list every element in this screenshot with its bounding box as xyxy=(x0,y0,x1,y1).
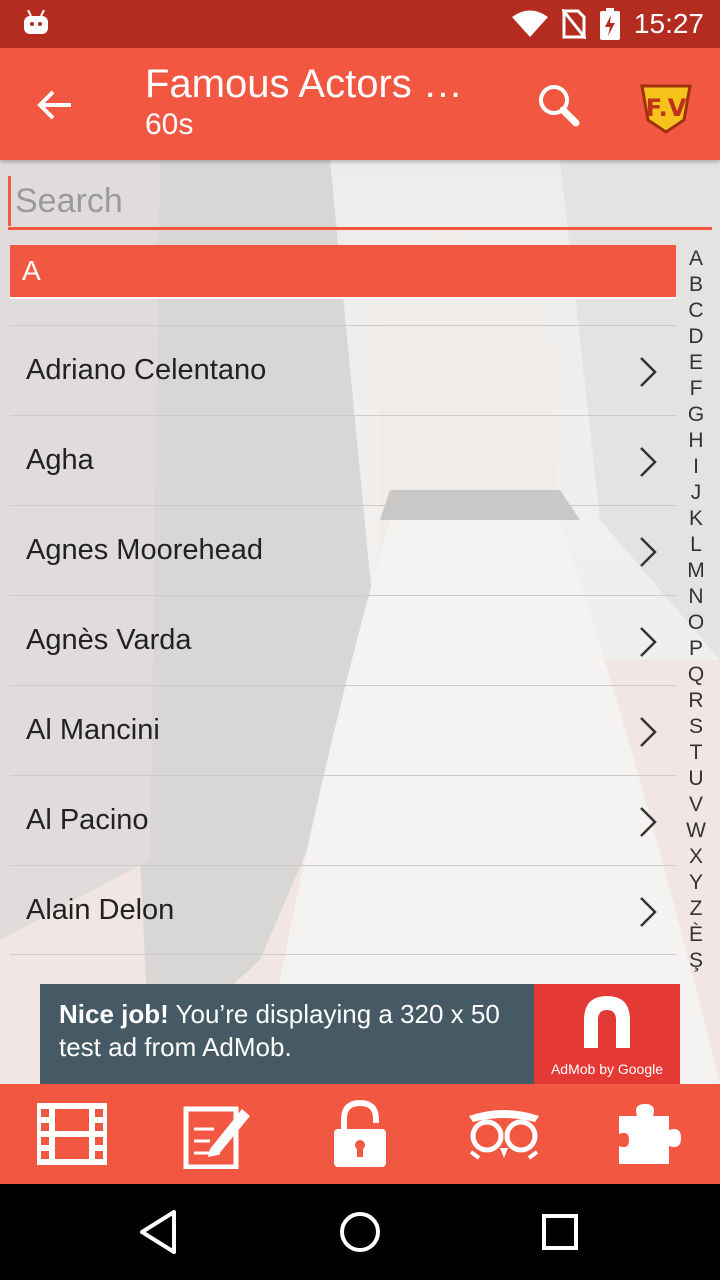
ad-text: Nice job! You’re displaying a 320 x 50 t… xyxy=(40,984,534,1084)
puzzle-icon xyxy=(619,1104,681,1164)
admob-brand: AdMob by Google xyxy=(534,984,680,1084)
ad-brand-caption: AdMob by Google xyxy=(550,1061,664,1077)
index-letter[interactable]: O xyxy=(688,610,704,636)
list-item-name: Al Mancini xyxy=(26,714,160,746)
chevron-right-icon xyxy=(640,627,657,657)
film-icon xyxy=(37,1103,107,1165)
section-header: A xyxy=(10,245,676,297)
index-letter[interactable]: R xyxy=(688,688,703,714)
ad-banner[interactable]: Nice job! You’re displaying a 320 x 50 t… xyxy=(40,984,680,1084)
list-item-name: Agha xyxy=(26,444,94,476)
index-letter[interactable]: B xyxy=(689,272,703,298)
list-item[interactable]: Agha xyxy=(10,415,676,505)
index-letter[interactable]: K xyxy=(689,506,703,532)
logo-text: F.V xyxy=(646,94,687,122)
edit-note-icon xyxy=(183,1106,250,1169)
ad-headline: Nice job! xyxy=(59,999,169,1029)
actor-list: Adriano Celentano Agha Agnes Moorehead A… xyxy=(10,325,676,955)
unlock-button[interactable] xyxy=(322,1098,398,1170)
wifi-icon xyxy=(511,10,548,37)
index-letter[interactable]: F xyxy=(690,376,703,402)
list-item[interactable]: Al Pacino xyxy=(10,775,676,865)
android-icon xyxy=(24,10,48,34)
index-letter[interactable]: L xyxy=(690,532,702,558)
battery-charging-icon xyxy=(599,8,620,40)
index-letter[interactable]: Ş xyxy=(689,948,703,974)
search-field-container xyxy=(8,176,712,230)
list-item-name: Agnes Moorehead xyxy=(26,534,263,566)
chevron-right-icon xyxy=(640,807,657,837)
index-letter[interactable]: Y xyxy=(689,870,703,896)
chevron-right-icon xyxy=(640,897,657,927)
index-letter[interactable]: P xyxy=(689,636,703,662)
back-button[interactable] xyxy=(30,80,80,130)
index-letter[interactable]: D xyxy=(688,324,703,350)
no-sim-icon xyxy=(561,9,586,39)
app-logo[interactable]: F.V xyxy=(636,76,696,136)
index-letter[interactable]: E xyxy=(689,350,703,376)
search-input[interactable] xyxy=(8,176,712,226)
index-letter[interactable]: T xyxy=(690,740,703,766)
alphabet-index: A B C D E F G H I J K L M N O P Q R S T … xyxy=(680,246,712,974)
index-letter[interactable]: G xyxy=(688,402,704,428)
unlock-icon xyxy=(334,1099,386,1167)
list-item-name: Alain Delon xyxy=(26,893,175,926)
chevron-right-icon xyxy=(640,357,657,387)
index-letter[interactable]: J xyxy=(691,480,702,506)
search-button[interactable] xyxy=(530,78,590,134)
index-letter[interactable]: U xyxy=(688,766,703,792)
owl-icon xyxy=(469,1110,539,1160)
admob-logo-icon xyxy=(584,996,630,1048)
status-bar: 15:27 xyxy=(0,0,720,48)
bottom-toolbar xyxy=(0,1084,720,1184)
list-item-name: Al Pacino xyxy=(26,804,149,836)
list-item[interactable]: Agnes Moorehead xyxy=(10,505,676,595)
index-letter[interactable]: Q xyxy=(688,662,704,688)
notes-button[interactable] xyxy=(178,1098,254,1170)
puzzle-button[interactable] xyxy=(610,1098,686,1170)
chevron-right-icon xyxy=(640,537,657,567)
page-subtitle: 60s xyxy=(145,108,194,141)
index-letter[interactable]: X xyxy=(689,844,703,870)
arrow-left-icon xyxy=(37,90,71,120)
index-letter[interactable]: A xyxy=(689,246,703,272)
chevron-right-icon xyxy=(640,447,657,477)
index-letter[interactable]: N xyxy=(688,584,703,610)
status-time: 15:27 xyxy=(633,8,704,39)
list-item[interactable]: Adriano Celentano xyxy=(10,325,676,415)
page-title: Famous Actors a… xyxy=(145,62,485,106)
index-letter[interactable]: V xyxy=(689,792,703,818)
list-item-name: Adriano Celentano xyxy=(26,354,267,386)
chevron-right-icon xyxy=(640,717,657,747)
index-letter[interactable]: M xyxy=(687,558,705,584)
index-letter[interactable]: C xyxy=(688,298,703,324)
app-bar: Famous Actors a… 60s F.V xyxy=(0,48,720,160)
films-button[interactable] xyxy=(34,1098,110,1170)
index-letter[interactable]: W xyxy=(686,818,706,844)
index-letter[interactable]: H xyxy=(688,428,703,454)
index-letter[interactable]: S xyxy=(689,714,703,740)
list-item[interactable]: Alain Delon xyxy=(10,865,676,955)
recents-square-icon[interactable] xyxy=(532,1204,588,1260)
back-triangle-icon[interactable] xyxy=(132,1204,188,1260)
system-nav-bar xyxy=(0,1184,720,1280)
index-letter[interactable]: Z xyxy=(690,896,703,922)
list-item[interactable]: Al Mancini xyxy=(10,685,676,775)
magnifier-icon xyxy=(539,85,580,127)
index-letter[interactable]: È xyxy=(689,922,703,948)
home-circle-icon[interactable] xyxy=(332,1204,388,1260)
owl-button[interactable] xyxy=(466,1098,542,1170)
list-item-name: Agnès Varda xyxy=(26,624,192,656)
index-letter[interactable]: I xyxy=(693,454,699,480)
list-item[interactable]: Agnès Varda xyxy=(10,595,676,685)
